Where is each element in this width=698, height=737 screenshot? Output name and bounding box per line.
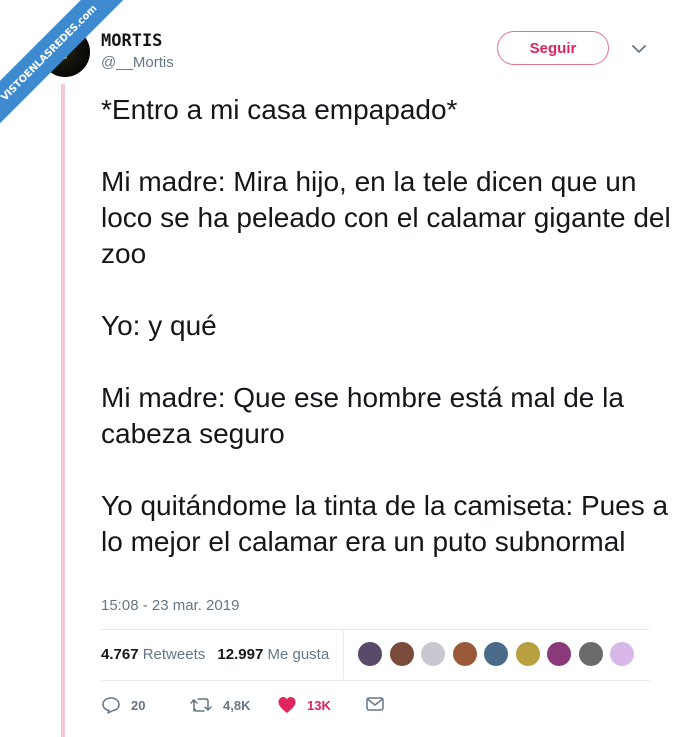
liker-avatar[interactable] xyxy=(609,641,635,667)
tweet-stats: 4.767 Retweets 12.997 Me gusta xyxy=(101,646,329,663)
retweet-icon xyxy=(190,698,212,712)
follow-button[interactable]: Seguir xyxy=(497,31,609,65)
retweets-stat[interactable]: 4.767 Retweets xyxy=(101,646,205,663)
divider xyxy=(343,630,344,680)
liker-avatar[interactable] xyxy=(546,641,572,667)
tweet-text: *Entro a mi casa empapado* Mi madre: Mir… xyxy=(101,94,671,557)
tweet-actions: 20 4,8K 13K xyxy=(101,696,401,718)
liker-avatar[interactable] xyxy=(483,641,509,667)
likers-avatars[interactable] xyxy=(357,641,641,667)
tweet-timestamp[interactable]: 15:08 - 23 mar. 2019 xyxy=(101,597,239,614)
message-button[interactable] xyxy=(365,696,395,712)
liker-avatar[interactable] xyxy=(388,641,415,667)
liker-avatar[interactable] xyxy=(577,641,604,667)
liker-avatar[interactable] xyxy=(451,641,478,667)
user-handle[interactable]: @__Mortis xyxy=(101,54,174,71)
divider xyxy=(101,680,650,681)
reply-button[interactable]: 20 xyxy=(101,696,145,714)
heart-icon xyxy=(278,697,296,713)
left-accent-border xyxy=(61,84,65,737)
likes-stat[interactable]: 12.997 Me gusta xyxy=(217,646,329,663)
display-name[interactable]: MORTIS xyxy=(101,31,162,51)
like-button[interactable]: 13K xyxy=(277,696,331,714)
retweet-button[interactable]: 4,8K xyxy=(189,696,250,714)
chevron-down-icon[interactable] xyxy=(630,42,648,56)
divider xyxy=(101,629,650,630)
reply-icon xyxy=(102,697,120,714)
liker-avatar[interactable] xyxy=(420,641,446,667)
liker-avatar[interactable] xyxy=(514,641,541,667)
liker-avatar[interactable] xyxy=(357,641,383,667)
envelope-icon xyxy=(366,697,384,711)
